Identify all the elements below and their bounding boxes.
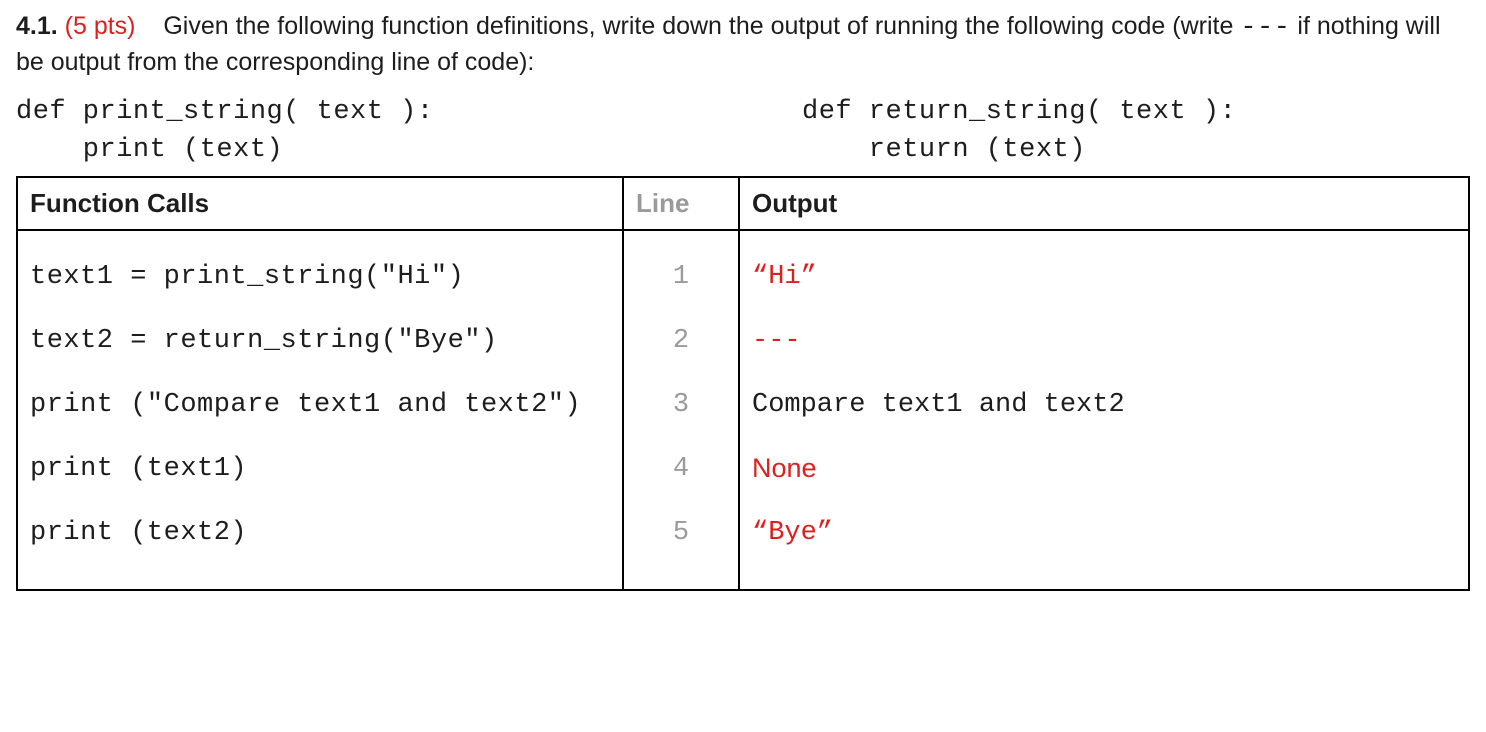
def-return-string: def return_string( text ): return (text) <box>682 94 1468 170</box>
function-definitions: def print_string( text ): print (text) d… <box>16 94 1470 170</box>
def-print-string: def print_string( text ): print (text) <box>16 94 682 170</box>
output-cell: Compare text1 and text2 <box>752 373 1456 437</box>
table-body-row: text1 = print_string("Hi")text2 = return… <box>17 230 1469 590</box>
line-cell: 1 <box>636 245 726 309</box>
line-cell: 2 <box>636 309 726 373</box>
line-cell: 5 <box>636 501 726 565</box>
header-output: Output <box>739 177 1469 230</box>
output-column: “Hi”---Compare text1 and text2None“Bye” <box>740 231 1468 589</box>
question-points: (5 pts) <box>65 12 136 40</box>
table-header-row: Function Calls Line Output <box>17 177 1469 230</box>
calls-column: text1 = print_string("Hi")text2 = return… <box>18 231 622 589</box>
call-cell: text2 = return_string("Bye") <box>30 309 610 373</box>
question-number: 4.1. <box>16 12 58 40</box>
output-cell: “Hi” <box>752 245 1456 309</box>
call-cell: print ("Compare text1 and text2") <box>30 373 610 437</box>
call-cell: print (text1) <box>30 437 610 501</box>
line-column: 12345 <box>624 231 738 589</box>
line-cell: 4 <box>636 437 726 501</box>
output-cell: “Bye” <box>752 501 1456 565</box>
header-line: Line <box>623 177 739 230</box>
output-cell: --- <box>752 309 1456 373</box>
call-cell: text1 = print_string("Hi") <box>30 245 610 309</box>
question-prompt: 4.1. (5 pts) Given the following functio… <box>16 10 1470 80</box>
prompt-text-a: Given the following function definitions… <box>163 12 1240 40</box>
prompt-dashes: --- <box>1240 13 1290 43</box>
output-table: Function Calls Line Output text1 = print… <box>16 176 1470 591</box>
line-cell: 3 <box>636 373 726 437</box>
header-function-calls: Function Calls <box>17 177 623 230</box>
call-cell: print (text2) <box>30 501 610 565</box>
output-cell: None <box>752 437 1456 501</box>
